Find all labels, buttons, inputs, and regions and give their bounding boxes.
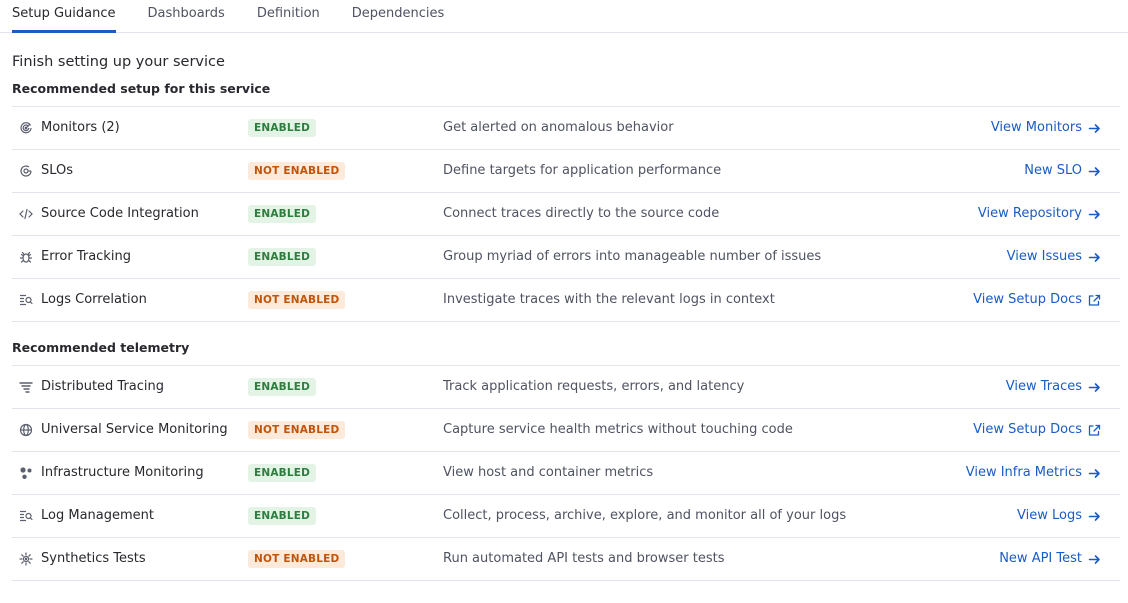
view-setup-docs-link[interactable]: View Setup Docs xyxy=(973,291,1101,309)
monitor-icon xyxy=(19,121,33,135)
section-title-setup: Recommended setup for this service xyxy=(12,81,271,96)
arrow-right-icon xyxy=(1082,553,1101,566)
row-name: SLOs xyxy=(41,163,74,178)
tab-definition[interactable]: Definition xyxy=(257,6,320,32)
telemetry-list: Distributed Tracing ENABLED Track applicat… xyxy=(12,365,1120,581)
row-error-tracking: Error Tracking ENABLED Group myriad of err… xyxy=(12,236,1120,279)
new-api-test-link[interactable]: New API Test xyxy=(999,550,1101,568)
status-badge: NOT ENABLED xyxy=(248,550,346,568)
tab-bar: Setup Guidance Dashboards Definition Dep… xyxy=(0,0,1128,33)
row-infrastructure-monitoring: Infrastructure Monitoring ENABLED View hos… xyxy=(12,452,1120,495)
logs-icon xyxy=(19,293,33,307)
globe-icon xyxy=(19,423,33,437)
arrow-right-icon xyxy=(1082,381,1101,394)
arrow-right-icon xyxy=(1082,122,1101,135)
status-badge: NOT ENABLED xyxy=(248,291,346,309)
tab-dashboards[interactable]: Dashboards xyxy=(148,6,225,32)
view-monitors-link[interactable]: View Monitors xyxy=(991,119,1101,137)
row-name: Monitors (2) xyxy=(41,120,120,135)
arrow-right-icon xyxy=(1082,165,1101,178)
new-slo-link[interactable]: New SLO xyxy=(1024,162,1101,180)
view-traces-link[interactable]: View Traces xyxy=(1006,378,1101,396)
row-name: Universal Service Monitoring xyxy=(41,422,228,437)
tab-dependencies[interactable]: Dependencies xyxy=(352,6,445,32)
action-label: New SLO xyxy=(1024,163,1082,178)
row-name: Infrastructure Monitoring xyxy=(41,465,204,480)
view-infra-metrics-link[interactable]: View Infra Metrics xyxy=(966,464,1101,482)
action-label: View Setup Docs xyxy=(973,292,1082,307)
row-name: Error Tracking xyxy=(41,249,131,264)
row-name: Distributed Tracing xyxy=(41,379,165,394)
status-badge: ENABLED xyxy=(248,464,317,482)
row-log-management: Log Management ENABLED Collect, process, a… xyxy=(12,495,1120,538)
action-label: View Logs xyxy=(1017,508,1082,523)
code-icon xyxy=(19,207,33,221)
status-badge: NOT ENABLED xyxy=(248,162,346,180)
row-description: Define targets for application performan… xyxy=(443,163,722,178)
logs-icon xyxy=(19,509,33,523)
action-label: New API Test xyxy=(999,551,1082,566)
row-description: Connect traces directly to the source co… xyxy=(443,206,720,221)
section-title-telemetry: Recommended telemetry xyxy=(12,340,190,355)
slo-icon xyxy=(19,164,33,178)
row-name: Logs Correlation xyxy=(41,292,147,307)
row-synthetics-tests: Synthetics Tests NOT ENABLED Run automated… xyxy=(12,538,1120,581)
action-label: View Infra Metrics xyxy=(965,465,1082,480)
row-description: Group myriad of errors into manageable n… xyxy=(443,249,822,264)
synthetics-icon xyxy=(19,552,33,566)
status-badge: ENABLED xyxy=(248,205,317,223)
action-label: View Monitors xyxy=(990,120,1082,135)
action-label: View Traces xyxy=(1005,379,1082,394)
arrow-right-icon xyxy=(1082,208,1101,221)
action-label: View Repository xyxy=(977,206,1082,221)
view-repository-link[interactable]: View Repository xyxy=(978,205,1101,223)
row-slos: SLOs NOT ENABLED Define targets for applic… xyxy=(12,150,1120,193)
view-logs-link[interactable]: View Logs xyxy=(1017,507,1101,525)
row-name: Synthetics Tests xyxy=(41,551,146,566)
setup-list: Monitors (2) ENABLED Get alerted on anomal… xyxy=(12,106,1120,322)
row-description: Investigate traces with the relevant log… xyxy=(443,292,775,307)
arrow-right-icon xyxy=(1082,467,1101,480)
row-description: Capture service health metrics without t… xyxy=(443,422,793,437)
setup-guidance-panel: Finish setting up your service Recommend… xyxy=(0,52,1128,581)
row-description: Track application requests, errors, and … xyxy=(443,379,745,394)
bug-icon xyxy=(19,250,33,264)
row-source-code-integration: Source Code Integration ENABLED Connect tr… xyxy=(12,193,1120,236)
row-description: Collect, process, archive, explore, and … xyxy=(443,508,847,523)
external-link-icon xyxy=(1082,424,1101,437)
arrow-right-icon xyxy=(1082,510,1101,523)
row-description: Get alerted on anomalous behavior xyxy=(443,120,674,135)
row-name: Log Management xyxy=(41,508,154,523)
status-badge: NOT ENABLED xyxy=(248,421,346,439)
tab-setup-guidance[interactable]: Setup Guidance xyxy=(12,6,116,33)
row-universal-service-monitoring: Universal Service Monitoring NOT ENABLED C… xyxy=(12,409,1120,452)
infra-icon xyxy=(19,466,33,480)
row-monitors-2: Monitors (2) ENABLED Get alerted on anomal… xyxy=(12,107,1120,150)
status-badge: ENABLED xyxy=(248,119,317,137)
view-issues-link[interactable]: View Issues xyxy=(1007,248,1101,266)
action-label: View Issues xyxy=(1006,249,1082,264)
action-label: View Setup Docs xyxy=(973,422,1082,437)
status-badge: ENABLED xyxy=(248,507,317,525)
page-title: Finish setting up your service xyxy=(12,54,225,70)
external-link-icon xyxy=(1082,294,1101,307)
status-badge: ENABLED xyxy=(248,248,317,266)
row-description: Run automated API tests and browser test… xyxy=(443,551,725,566)
tracing-icon xyxy=(19,380,33,394)
row-description: View host and container metrics xyxy=(443,465,654,480)
view-setup-docs-link[interactable]: View Setup Docs xyxy=(973,421,1101,439)
status-badge: ENABLED xyxy=(248,378,317,396)
row-logs-correlation: Logs Correlation NOT ENABLED Investigate t… xyxy=(12,279,1120,322)
arrow-right-icon xyxy=(1082,251,1101,264)
row-distributed-tracing: Distributed Tracing ENABLED Track applicat… xyxy=(12,366,1120,409)
row-name: Source Code Integration xyxy=(41,206,199,221)
